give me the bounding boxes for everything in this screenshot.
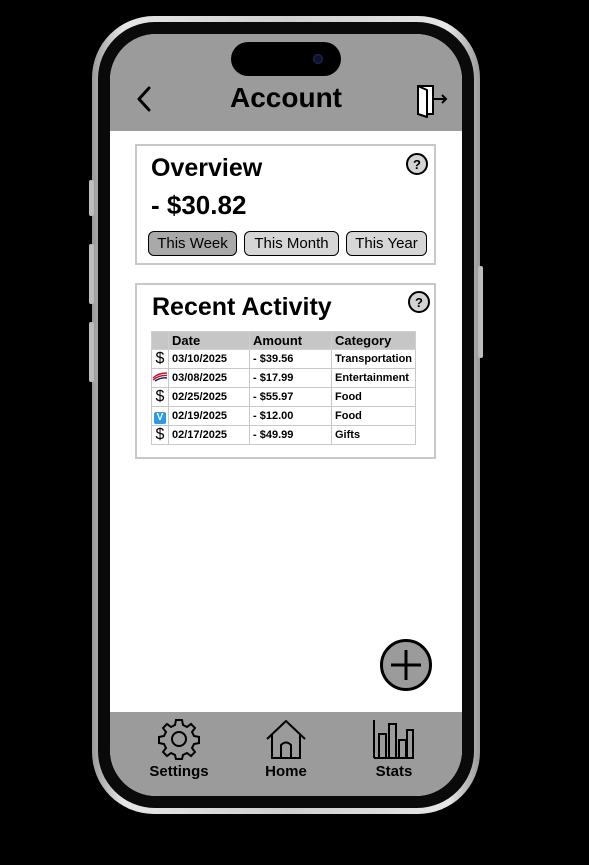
row-date: 03/10/2025 xyxy=(168,349,250,369)
row-amount: - $49.99 xyxy=(249,425,332,445)
nav-settings-label: Settings xyxy=(149,763,209,780)
add-transaction-button[interactable] xyxy=(380,639,432,691)
side-button-volume-down xyxy=(89,322,94,382)
venmo-icon: V xyxy=(151,406,169,426)
amount-column-header: Amount xyxy=(249,331,332,350)
nav-stats-label: Stats xyxy=(375,763,413,780)
row-amount: - $39.56 xyxy=(249,349,332,369)
activity-help-icon[interactable]: ? xyxy=(408,291,430,313)
row-date: 02/25/2025 xyxy=(168,387,250,407)
cash-icon: $ xyxy=(151,387,169,407)
nav-home-label: Home xyxy=(265,763,307,780)
plus-icon xyxy=(391,650,421,680)
overview-title: Overview xyxy=(151,154,263,182)
cash-icon: $ xyxy=(151,425,169,445)
table-row[interactable]: $ 03/10/2025 - $39.56 Transportation xyxy=(151,349,417,369)
logout-door-icon xyxy=(417,85,448,118)
row-date: 02/19/2025 xyxy=(168,406,250,426)
row-category: Transportation xyxy=(330,349,417,369)
gear-icon xyxy=(158,719,200,760)
balance-value: - $30.82 xyxy=(151,190,247,220)
table-row[interactable]: 03/08/2025 - $17.99 Entertainment xyxy=(151,368,417,388)
side-button-power xyxy=(478,266,483,358)
bottom-nav: Settings Home Stats xyxy=(110,712,462,796)
date-column-header: Date xyxy=(168,331,250,350)
bar-chart-icon xyxy=(373,720,414,759)
row-category: Food xyxy=(330,406,417,426)
row-amount: - $12.00 xyxy=(249,406,332,426)
camera-icon xyxy=(313,54,323,64)
row-category: Entertainment xyxy=(330,368,417,388)
recent-activity-title: Recent Activity xyxy=(152,293,332,321)
page-title: Account xyxy=(230,82,342,113)
app-screen: Account Overview ? - $30.82 This Week Th… xyxy=(110,34,462,796)
range-this-year-button[interactable]: This Year xyxy=(346,231,427,256)
nav-home[interactable]: Home xyxy=(246,718,326,780)
source-column-header xyxy=(151,331,169,350)
side-button-action xyxy=(89,180,94,216)
cash-icon: $ xyxy=(151,349,169,369)
category-column-header: Category xyxy=(330,331,417,350)
row-amount: - $55.97 xyxy=(249,387,332,407)
recent-activity-card: Recent Activity ? Date Amount Category $… xyxy=(135,283,436,459)
overview-help-icon[interactable]: ? xyxy=(406,153,428,175)
row-date: 03/08/2025 xyxy=(168,368,250,388)
row-category: Food xyxy=(330,387,417,407)
venmo-logo: V xyxy=(154,412,166,424)
overview-card: Overview ? - $30.82 This Week This Month… xyxy=(135,144,436,265)
logout-button[interactable] xyxy=(415,82,449,118)
nav-stats[interactable]: Stats xyxy=(354,718,434,780)
row-amount: - $17.99 xyxy=(249,368,332,388)
table-row[interactable]: $ 02/17/2025 - $49.99 Gifts xyxy=(151,425,417,445)
row-category: Gifts xyxy=(330,425,417,445)
row-date: 02/17/2025 xyxy=(168,425,250,445)
bank-of-america-icon xyxy=(151,368,169,388)
table-header-row: Date Amount Category xyxy=(151,331,417,350)
range-this-week-button[interactable]: This Week xyxy=(148,231,237,256)
home-icon xyxy=(266,720,306,759)
range-this-month-button[interactable]: This Month xyxy=(244,231,339,256)
table-row[interactable]: $ 02/25/2025 - $55.97 Food xyxy=(151,387,417,407)
side-button-volume-up xyxy=(89,244,94,304)
dynamic-island xyxy=(231,42,341,76)
table-row[interactable]: V 02/19/2025 - $12.00 Food xyxy=(151,406,417,426)
nav-settings[interactable]: Settings xyxy=(139,718,219,780)
activity-table: Date Amount Category $ 03/10/2025 - $39.… xyxy=(151,331,417,445)
